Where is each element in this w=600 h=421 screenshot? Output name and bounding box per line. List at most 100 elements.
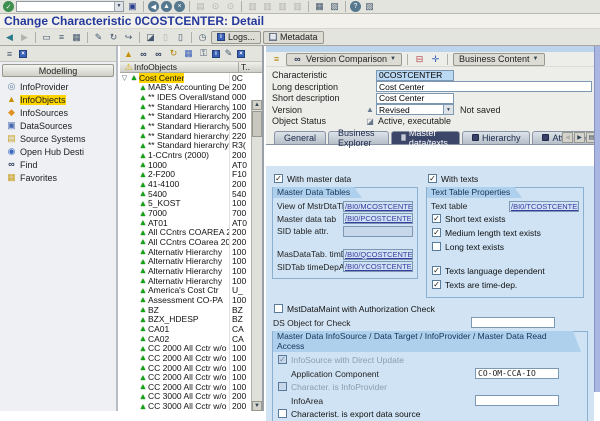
transport-icon[interactable]: ⊟ <box>413 53 426 66</box>
sidebar-item-open-hub-desti[interactable]: Open Hub Desti <box>0 145 116 158</box>
with-texts-checkbox[interactable] <box>428 174 437 183</box>
tree-refresh-icon[interactable]: ↻ <box>167 47 180 60</box>
sidebar-item-source-systems[interactable]: Source Systems <box>0 132 116 145</box>
tree-row[interactable]: ▲5400540 <box>120 189 251 199</box>
with-master-data-checkbox[interactable] <box>274 174 283 183</box>
shortcut-icon[interactable]: ▧ <box>328 0 341 13</box>
tree-row[interactable]: ▲CC 2000 All Cctr w/o 2-2200100 <box>120 382 251 392</box>
tree-row[interactable]: ▲CC 3000 All Cctr w/o 1200200 <box>120 401 251 411</box>
characteristic-field[interactable]: 0COSTCENTER <box>376 70 454 81</box>
tree-row[interactable]: ▲CC 3000 All Cctr w/o 1000200 <box>120 392 251 402</box>
find-next-icon[interactable]: ⊙ <box>224 0 237 13</box>
last-page-icon[interactable]: ▥ <box>291 0 304 13</box>
sidebar-item-datasources[interactable]: DataSources <box>0 119 116 132</box>
tree-row[interactable]: ▲CC 2000 All Cctr w/o 2-1200100 <box>120 353 251 363</box>
tree-row[interactable]: ▲2-F200F10 <box>120 170 251 180</box>
first-page-icon[interactable]: ▥ <box>246 0 259 13</box>
tree-row[interactable]: ▲41-4100200 <box>120 179 251 189</box>
exit-circle-icon[interactable]: ▲ <box>161 1 172 12</box>
new-session-icon[interactable]: ▦ <box>313 0 326 13</box>
prev-page-icon[interactable]: ▥ <box>261 0 274 13</box>
short-text-exists-checkbox[interactable] <box>432 214 441 223</box>
tab-business-explorer[interactable]: Business Explorer <box>328 131 389 144</box>
tree-row[interactable]: ▲BZX_HDESPBZ <box>120 314 251 324</box>
sidebar-item-infoprovider[interactable]: InfoProvider <box>0 80 116 93</box>
tree-row[interactable]: ▲Assessment CO-PA100 <box>120 295 251 305</box>
refresh-icon[interactable]: ↻ <box>107 31 120 44</box>
display-icon[interactable]: ▭ <box>40 31 53 44</box>
sidtab-timedepattr-field[interactable]: /BI0/YCOSTCENTER <box>343 261 413 272</box>
tree-root-row[interactable]: ▽▲Cost Center0C <box>120 73 251 83</box>
tab-general[interactable]: General <box>274 131 326 144</box>
info-icon[interactable]: i <box>212 50 220 58</box>
help-icon[interactable]: ? <box>350 1 361 12</box>
sidebar-header[interactable]: Modelling <box>2 64 114 77</box>
tree-row[interactable]: ▲CC 2000 All Cctr w/o 2-1220100 <box>120 372 251 382</box>
detail-scrollbar[interactable] <box>594 46 600 392</box>
sidebar-item-infosources[interactable]: InfoSources <box>0 106 116 119</box>
tab-hierarchy[interactable]: Hierarchy <box>462 131 531 144</box>
tree-picture-icon[interactable]: ▦ <box>182 47 195 60</box>
tree-find-icon[interactable]: ∞ <box>137 47 150 60</box>
tree-row[interactable]: ▲Alternativ Hierarchy100 <box>120 256 251 266</box>
infoobject-filter-icon[interactable]: ▲ <box>122 47 135 60</box>
tree-row[interactable]: ▲BZBZ <box>120 305 251 315</box>
long-text-exists-checkbox[interactable] <box>432 242 441 251</box>
logs-button[interactable]: i Logs... <box>211 31 261 44</box>
business-content-button[interactable]: Business Content ▼ <box>453 53 545 66</box>
tree-view-icon[interactable]: ≡ <box>3 47 16 60</box>
char-is-infoprovider-checkbox[interactable] <box>278 382 287 391</box>
back-circle-icon[interactable]: ◀ <box>148 1 159 12</box>
command-field[interactable]: ▼ <box>16 1 124 12</box>
tree-column-header[interactable]: ⚠ InfoObjects T.. <box>120 62 262 73</box>
cancel-circle-icon[interactable]: × <box>174 1 185 12</box>
sidebar-item-favorites[interactable]: Favorites <box>0 171 116 184</box>
tree-close-icon[interactable]: × <box>237 50 245 58</box>
tree-row[interactable]: ▲MAB's Accounting Departme200 <box>120 83 251 93</box>
tree-row[interactable]: ▲CA01CA <box>120 324 251 334</box>
sidebar-item-find[interactable]: Find <box>0 158 116 171</box>
long-description-field[interactable]: Cost Center <box>376 81 592 92</box>
ds-object-field[interactable] <box>471 317 555 328</box>
tree-row[interactable]: ▲** Standard Hierarchy CA10100 <box>120 102 251 112</box>
tab-scroll-left-icon[interactable]: ◀ <box>562 132 573 143</box>
expander-icon[interactable]: ▽ <box>120 74 129 82</box>
version-field[interactable]: Revised <box>376 104 444 115</box>
key-icon[interactable]: ⚿ <box>197 47 210 60</box>
next-page-icon[interactable]: ▥ <box>276 0 289 13</box>
auth-check-checkbox[interactable] <box>274 304 283 313</box>
infoarea-field[interactable] <box>475 395 559 406</box>
scroll-thumb[interactable] <box>252 111 262 137</box>
tree-row[interactable]: ▲CA02CA <box>120 334 251 344</box>
version-comparison-button[interactable]: Version Comparison ▼ <box>286 53 402 66</box>
find-icon[interactable]: ⊙ <box>209 0 222 13</box>
version-icon[interactable]: ◪ <box>144 31 157 44</box>
sid-table-attr-field[interactable] <box>343 226 413 237</box>
masdatatab-timdep-field[interactable]: /BI0/QCOSTCENTER <box>343 249 413 260</box>
scroll-up-icon[interactable]: ▲ <box>252 100 262 110</box>
tree-row[interactable]: ▲All CCntrs COAREA 2000200 <box>120 228 251 238</box>
close-panel-icon[interactable]: × <box>19 50 27 58</box>
infosource-direct-update-checkbox[interactable] <box>278 355 287 364</box>
tree-row[interactable]: ▲** Standard hierarchy CA22(220 <box>120 131 251 141</box>
detail-hierarchy-icon[interactable]: ≡ <box>270 53 283 66</box>
scroll-down-icon[interactable]: ▼ <box>252 401 262 411</box>
hierarchy-icon[interactable]: ≡ <box>55 31 68 44</box>
where-used-icon[interactable]: ✛ <box>429 53 442 66</box>
text-table-field[interactable]: /BI0/TCOSTCENTER <box>509 201 579 212</box>
tree-row[interactable]: ▲** IDES Overall/stand. hierar.000 <box>120 92 251 102</box>
master-data-tab-field[interactable]: /BI0/PCOSTCENTER <box>343 213 413 224</box>
tree-row[interactable]: ▲Alternativ Hierarchy100 <box>120 247 251 257</box>
wrench-icon[interactable]: ✎ <box>222 47 235 60</box>
tree-row[interactable]: ▲CC 2000 All Cctr w/o 2-1210100 <box>120 363 251 373</box>
customize-icon[interactable]: ▨ <box>363 0 376 13</box>
tree-scrollbar[interactable]: ▲ ▼ <box>251 100 262 411</box>
tree-row[interactable]: ▲1000AT0 <box>120 160 251 170</box>
tree-row[interactable]: ▲5_KOST100 <box>120 199 251 209</box>
version-dropdown-icon[interactable]: ▼ <box>444 104 454 115</box>
clock-icon[interactable]: ◷ <box>196 31 209 44</box>
tree-row[interactable]: ▲Alternativ Hierarchy100 <box>120 276 251 286</box>
save-icon[interactable]: ▣ <box>126 0 139 13</box>
view-mstrdtatbls-field[interactable]: /BI0/MCOSTCENTER <box>343 201 413 212</box>
command-dropdown-icon[interactable]: ▼ <box>114 2 123 11</box>
